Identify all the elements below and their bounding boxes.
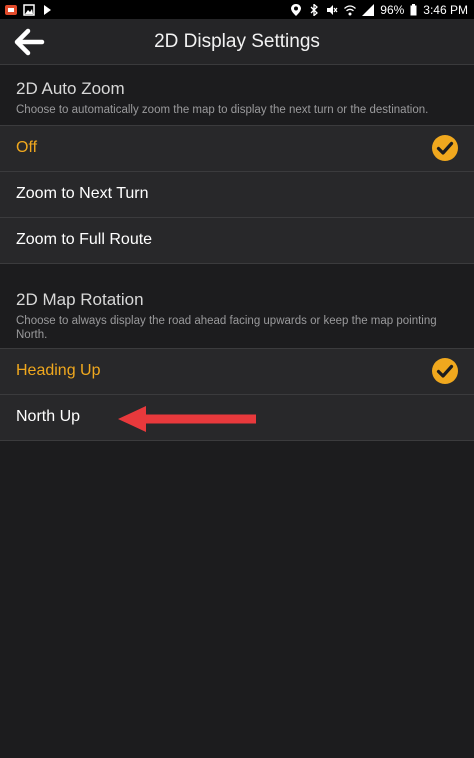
play-notification-icon bbox=[41, 4, 53, 16]
header-bar: 2D Display Settings bbox=[0, 19, 474, 65]
section-title: 2D Auto Zoom bbox=[16, 79, 125, 98]
section-description: Choose to automatically zoom the map to … bbox=[16, 104, 429, 116]
status-bar-system: 96% 3:46 PM bbox=[290, 2, 468, 17]
option-label: Zoom to Next Turn bbox=[16, 185, 149, 202]
option-label: Off bbox=[16, 139, 38, 156]
wifi-icon bbox=[344, 4, 357, 16]
option-zoom-to-full-route[interactable]: Zoom to Full Route bbox=[0, 217, 474, 264]
app-notification-icon bbox=[5, 4, 17, 16]
option-label: Zoom to Full Route bbox=[16, 231, 153, 248]
section-description: Choose to always display the road ahead … bbox=[16, 315, 437, 341]
location-icon bbox=[290, 3, 302, 16]
status-bar-notifications bbox=[5, 2, 53, 17]
signal-icon bbox=[362, 3, 375, 16]
option-zoom-to-next-turn[interactable]: Zoom to Next Turn bbox=[0, 171, 474, 217]
battery-icon bbox=[410, 3, 417, 16]
mute-icon bbox=[326, 4, 338, 16]
option-label: Heading Up bbox=[16, 362, 101, 379]
battery-percent: 96% bbox=[380, 2, 405, 17]
checkmark-icon bbox=[432, 358, 458, 384]
section-title: 2D Map Rotation bbox=[16, 290, 144, 309]
auto-zoom-section-header: 2D Auto Zoom Choose to automatically zoo… bbox=[0, 65, 474, 125]
annotation-arrow-icon bbox=[118, 406, 256, 432]
option-heading-up[interactable]: Heading Up bbox=[0, 348, 474, 394]
status-time: 3:46 PM bbox=[423, 2, 468, 17]
checkmark-icon bbox=[432, 135, 458, 161]
page-title: 2D Display Settings bbox=[154, 31, 320, 52]
option-off[interactable]: Off bbox=[0, 125, 474, 171]
status-bar: 96% 3:46 PM bbox=[0, 0, 474, 19]
map-rotation-section-header: 2D Map Rotation Choose to always display… bbox=[0, 264, 474, 348]
option-label: North Up bbox=[16, 408, 81, 425]
image-notification-icon bbox=[23, 3, 35, 16]
bluetooth-icon bbox=[308, 2, 320, 17]
